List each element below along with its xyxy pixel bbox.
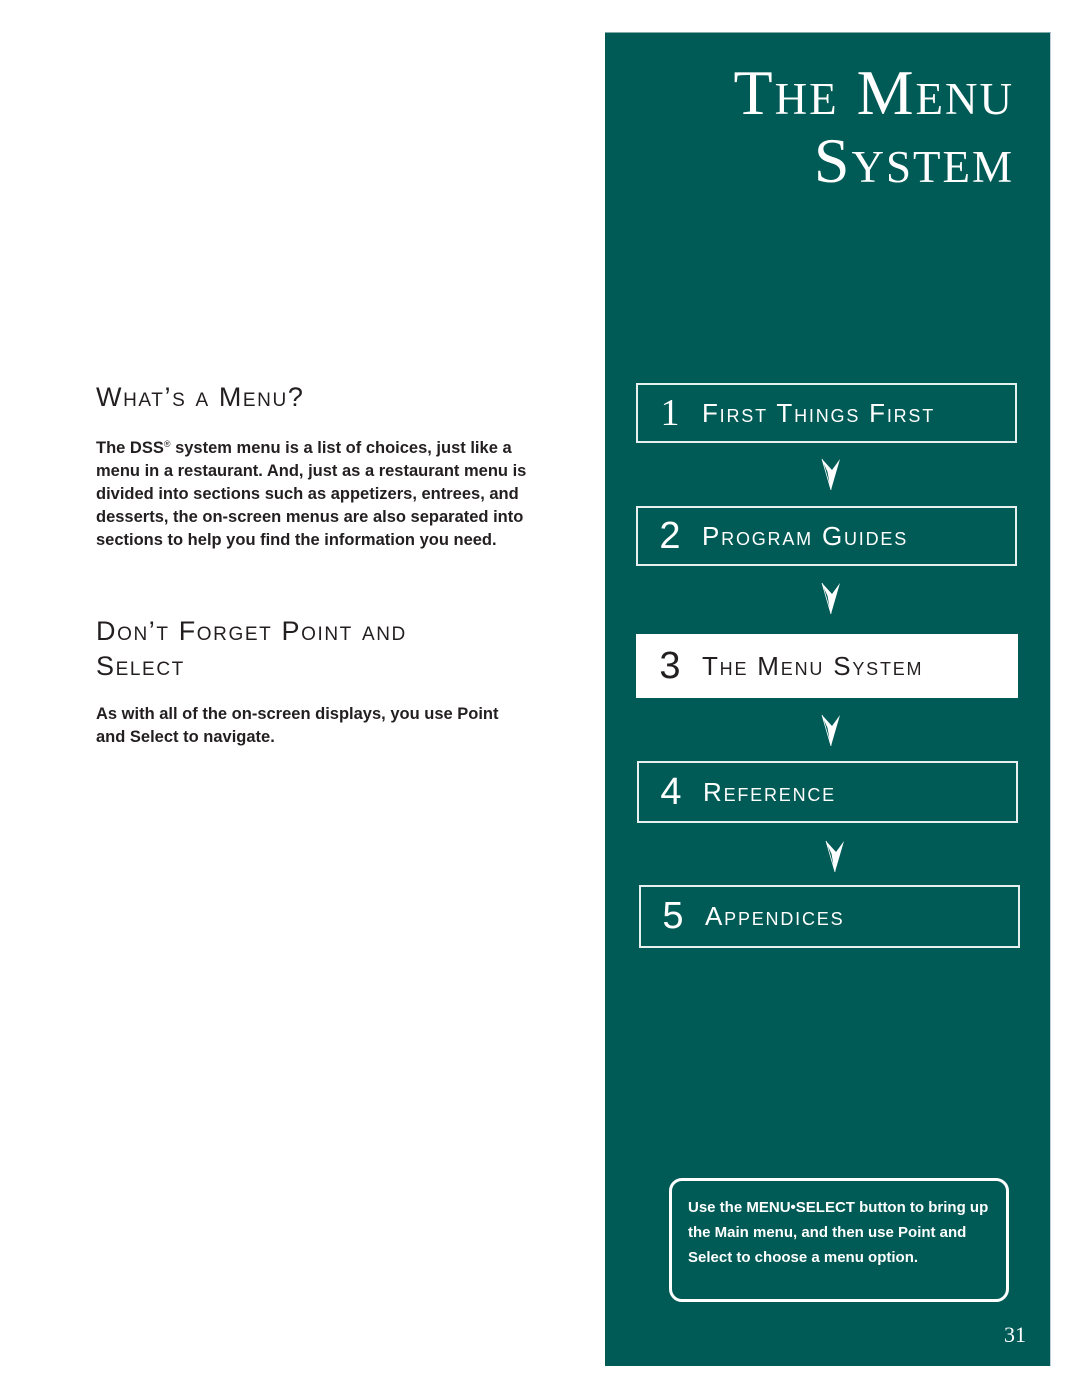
heading-line-1: Don’t Forget Point and [96, 616, 407, 646]
down-arrowhead-icon [821, 458, 840, 491]
tip-box: Use the MENU•SELECT button to bring up t… [669, 1178, 1009, 1302]
chapter-3-the-menu-system[interactable]: 3 The Menu System [636, 634, 1018, 698]
down-arrowhead-icon [825, 840, 844, 873]
chapter-label: Appendices [705, 901, 845, 931]
chapter-panel: The Menu System 1 First Things First 2 P… [605, 32, 1051, 1366]
page-title: The Menu System [734, 59, 1014, 195]
section-body-point-and-select: As with all of the on-screen displays, y… [96, 705, 499, 746]
chapter-number: 1 [660, 392, 680, 434]
section-body-whats-a-menu: The DSS® system menu is a list of choice… [96, 433, 536, 552]
down-arrowhead-icon [821, 582, 840, 615]
body-text-start: The DSS [96, 439, 164, 457]
tip-button-name: MENU•SELECT [746, 1199, 855, 1216]
chapter-4-reference[interactable]: 4 Reference [637, 761, 1018, 823]
chapter-label: First Things First [702, 397, 936, 428]
chapter-number: 2 [659, 514, 681, 557]
chapter-2-program-guides[interactable]: 2 Program Guides [636, 506, 1017, 566]
section-heading-point-and-select: Don’t Forget Point and Select [96, 614, 407, 684]
tip-text-start: Use the [688, 1199, 747, 1216]
chapter-label: The Menu System [702, 650, 924, 681]
title-line-2: System [813, 125, 1014, 196]
title-line-1: The Menu [733, 57, 1014, 128]
chapter-1-first-things-first[interactable]: 1 First Things First [636, 383, 1017, 443]
heading-line-2: Select [96, 651, 185, 681]
registered-mark: ® [163, 439, 171, 449]
section-heading-whats-a-menu: What’s a Menu? [96, 382, 305, 412]
chapter-number: 4 [660, 770, 682, 813]
chapter-5-appendices[interactable]: 5 Appendices [639, 885, 1020, 948]
chapter-number: 3 [659, 644, 681, 687]
page-number: 31 [1004, 1322, 1026, 1347]
down-arrowhead-icon [821, 714, 840, 747]
chapter-number: 5 [662, 895, 684, 937]
chapter-label: Program Guides [702, 520, 908, 551]
chapter-label: Reference [703, 776, 836, 807]
